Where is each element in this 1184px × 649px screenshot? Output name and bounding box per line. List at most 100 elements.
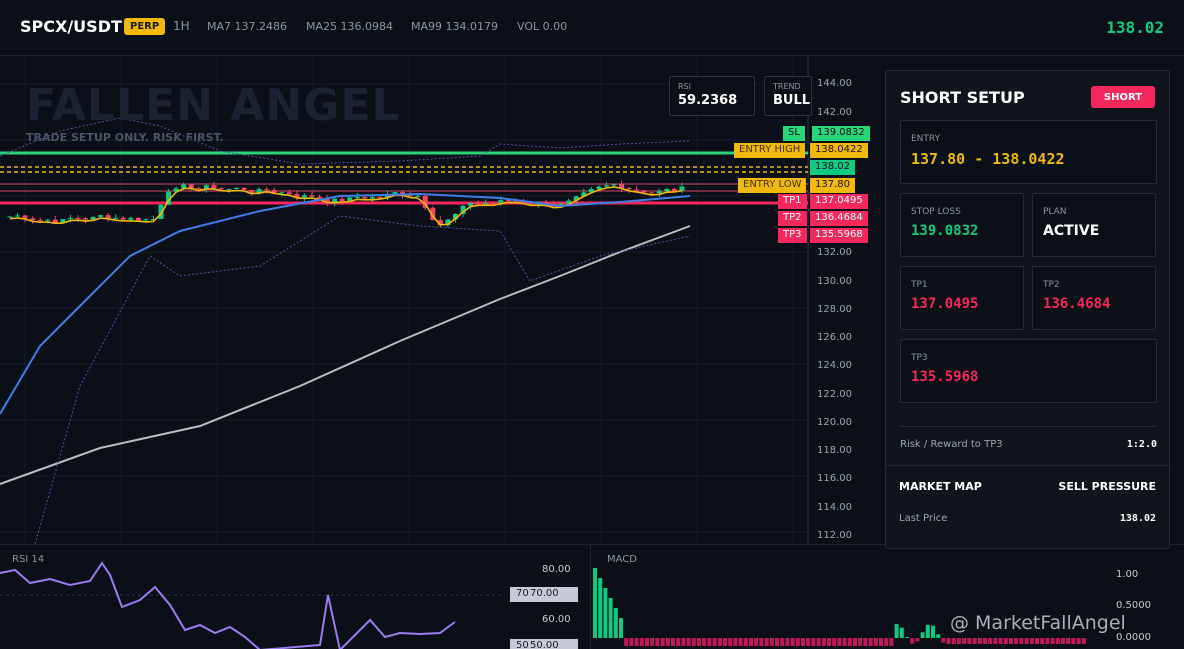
candle-body	[634, 189, 640, 191]
candle-body	[490, 203, 496, 205]
entry-low-tag-label: ENTRY LOW	[738, 178, 807, 193]
candle-body	[105, 215, 111, 219]
macd-histogram-bar	[957, 638, 961, 644]
macd-histogram-bar	[639, 638, 644, 646]
symbol-title[interactable]: SPCX/USDT	[20, 17, 122, 36]
macd-histogram-bar	[931, 625, 935, 638]
macd-histogram-bar	[1071, 638, 1076, 644]
macd-histogram-bar	[951, 638, 956, 644]
macd-histogram-bar	[634, 638, 639, 646]
macd-histogram-bar	[790, 638, 795, 646]
market-map-title: MARKET MAP	[899, 480, 982, 493]
macd-histogram-bar	[868, 638, 873, 646]
entry-value: 137.80 - 138.0422	[911, 150, 1065, 168]
short-badge[interactable]: SHORT	[1091, 86, 1155, 108]
macd-histogram-bar	[676, 638, 681, 646]
tp2-value: 136.4684	[1043, 296, 1111, 312]
entry-high-tag-value: 138.0422	[810, 143, 868, 158]
plan-value: ACTIVE	[1043, 223, 1100, 239]
tp3-tag-value: 135.5968	[810, 228, 868, 243]
candle-body	[15, 215, 21, 217]
macd-histogram-bar	[894, 624, 899, 638]
candle-body	[468, 203, 474, 206]
macd-histogram-bar	[619, 618, 623, 638]
macd-histogram-bar	[754, 638, 759, 646]
y-axis-label: 126.00	[817, 332, 852, 343]
macd-histogram-bar	[873, 638, 878, 646]
macd-histogram-bar	[769, 638, 774, 646]
macd-panel-title: MACD	[607, 554, 637, 565]
candle-body	[649, 192, 655, 194]
macd-histogram-bar	[613, 608, 618, 638]
macd-histogram-bar	[941, 638, 946, 643]
risk-reward-row: Risk / Reward to TP3 1:2.0	[900, 426, 1157, 450]
macd-histogram-bar	[915, 638, 920, 642]
y-axis-label: 124.00	[817, 360, 852, 371]
macd-histogram-bar	[1050, 638, 1055, 644]
market-last-value: 138.02	[1119, 513, 1156, 524]
price-chart[interactable]: FALLEN ANGEL TRADE SETUP ONLY. RISK FIRS…	[0, 56, 875, 544]
macd-histogram-bar	[671, 638, 675, 646]
y-axis-label: 112.00	[817, 530, 852, 541]
macd-histogram-bar	[962, 638, 967, 644]
rsi-info-box: RSI 59.2368	[669, 76, 755, 116]
rsi-axis-label: 70.00	[530, 588, 559, 599]
candle-body	[264, 189, 270, 191]
candle-body	[626, 188, 632, 190]
macd-histogram-bar	[842, 638, 847, 646]
macd-histogram-bar	[910, 638, 915, 644]
ma25-readout: MA25 136.0984	[306, 20, 393, 33]
tp3-card: TP3 135.5968	[900, 339, 1157, 403]
macd-histogram-bar	[733, 638, 738, 646]
candle-body	[679, 186, 685, 191]
candle-body	[196, 188, 202, 190]
ma7-line	[9, 186, 683, 226]
candle-body	[218, 188, 224, 190]
candle-body	[603, 185, 609, 187]
tp1-value: 137.0495	[911, 296, 979, 312]
candle-body	[641, 190, 647, 193]
candle-body	[354, 196, 360, 198]
candle-body	[483, 203, 489, 205]
candle-body	[98, 215, 104, 217]
tp2-label: TP2	[1043, 280, 1060, 290]
candle-body	[309, 195, 315, 197]
bollinger-lower	[34, 215, 691, 544]
tp2-card: TP2 136.4684	[1032, 266, 1156, 330]
macd-histogram-bar	[821, 638, 826, 646]
tp2-tag-label: TP2	[778, 211, 807, 226]
candle-body	[664, 188, 670, 192]
macd-histogram-bar	[889, 638, 894, 646]
tp1-tag-label: TP1	[778, 194, 807, 209]
macd-histogram-bar	[1024, 638, 1029, 644]
macd-histogram-bar	[983, 638, 987, 644]
macd-histogram-bar	[946, 638, 951, 644]
timeframe-selector[interactable]: 1H	[173, 19, 190, 33]
rsi-line	[0, 561, 456, 649]
macd-histogram-bar	[1003, 638, 1008, 644]
y-axis-label: 130.00	[817, 276, 852, 287]
candle-body	[188, 184, 194, 189]
macd-histogram-bar	[936, 634, 941, 638]
sell-pressure-label: SELL PRESSURE	[1058, 480, 1156, 493]
macd-histogram-bar	[858, 638, 863, 646]
ma99-line	[0, 225, 691, 485]
macd-histogram-bar	[1040, 638, 1045, 644]
last-price-tag: 138.02	[810, 160, 855, 175]
rsi-50-tag: 50	[516, 640, 529, 649]
stop-loss-value: 139.0832	[911, 223, 979, 239]
macd-histogram-bar	[811, 638, 816, 646]
macd-histogram-bar	[827, 638, 831, 646]
candle-body	[67, 217, 73, 220]
market-last-label: Last Price	[899, 513, 948, 524]
candle-body	[415, 195, 421, 197]
rsi-axis-label: 80.00	[542, 564, 571, 575]
y-axis-label: 132.00	[817, 247, 852, 258]
perp-badge: PERP	[124, 18, 166, 35]
rsi-panel[interactable]: RSI 14 80.00 70 70.00 60.00 50 50.00	[0, 544, 590, 649]
candle-body	[362, 196, 368, 199]
macd-histogram-bar	[629, 638, 634, 646]
macd-histogram-bar	[988, 638, 993, 644]
rsi-canvas[interactable]	[0, 545, 590, 649]
macd-axis-label: 0.5000	[1116, 600, 1151, 611]
